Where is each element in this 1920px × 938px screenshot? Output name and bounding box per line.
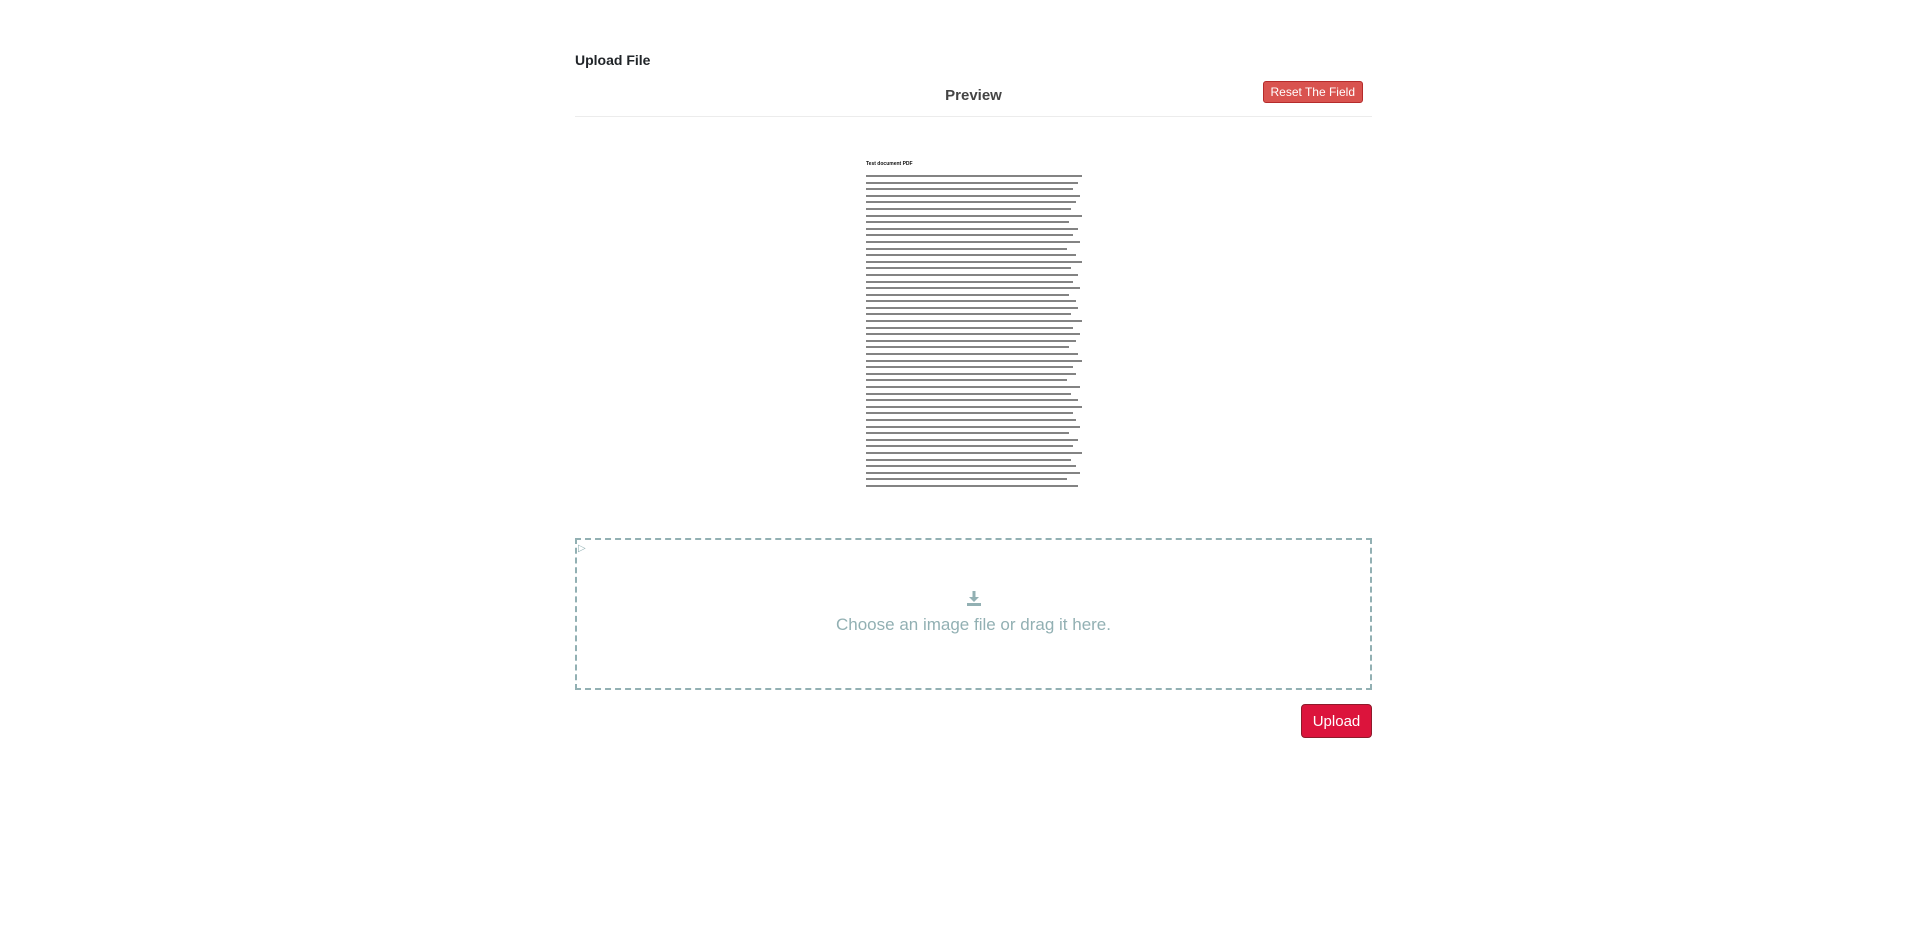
document-text-line — [866, 320, 1082, 323]
document-text-line — [866, 471, 1080, 474]
file-dropzone[interactable]: ▷ Choose an image file or drag it here. — [575, 538, 1372, 690]
document-text-line — [866, 240, 1080, 243]
document-text-line — [866, 353, 1078, 356]
preview-header: Preview Reset The Field — [575, 78, 1372, 117]
document-text-line — [866, 207, 1072, 210]
document-text-line — [866, 379, 1067, 382]
document-text-line — [866, 306, 1078, 309]
document-text-line — [866, 326, 1074, 329]
document-text-line — [866, 432, 1070, 435]
document-text-line — [866, 392, 1072, 395]
document-text-line — [866, 465, 1076, 468]
document-text-line — [866, 346, 1070, 349]
document-text-line — [866, 254, 1076, 257]
upload-button[interactable]: Upload — [1301, 704, 1372, 738]
document-text-line — [866, 287, 1080, 290]
document-text-line — [866, 221, 1070, 224]
document-text-line — [866, 194, 1080, 197]
document-text-line — [866, 175, 1082, 177]
preview-title: Preview — [945, 87, 1002, 104]
document-text-line — [866, 386, 1080, 388]
upload-form: Upload File Preview Reset The Field Test… — [575, 0, 1372, 938]
document-text-line — [866, 458, 1072, 461]
dropzone-content: Choose an image file or drag it here. — [577, 590, 1370, 635]
document-text-line — [866, 451, 1082, 454]
document-text-line — [866, 372, 1076, 375]
document-text-line — [866, 339, 1076, 342]
document-text-line — [866, 445, 1074, 448]
broken-image-icon: ▷ — [578, 543, 586, 554]
document-text-line — [866, 438, 1078, 441]
document-text-line — [866, 280, 1074, 283]
document-text-line — [866, 260, 1082, 263]
document-text-line — [866, 300, 1076, 303]
document-text-line — [866, 359, 1082, 362]
document-text-line — [866, 293, 1070, 296]
document-text-line — [866, 333, 1080, 336]
document-text-line — [866, 412, 1074, 415]
reset-field-button[interactable]: Reset The Field — [1262, 81, 1363, 103]
document-text-line — [866, 425, 1080, 428]
document-text-line — [866, 181, 1078, 184]
upload-file-heading: Upload File — [575, 52, 651, 68]
document-text-line — [866, 484, 1078, 487]
document-text-line — [866, 366, 1074, 369]
document-text-line — [866, 478, 1067, 481]
document-text-line — [866, 267, 1072, 270]
document-text-line — [866, 273, 1078, 276]
download-icon — [966, 590, 982, 607]
document-text-line — [866, 405, 1082, 408]
document-text-line — [866, 313, 1072, 316]
document-heading: Test document PDF — [866, 161, 913, 167]
document-text-line — [866, 247, 1067, 250]
document-text-line — [866, 201, 1076, 204]
document-text-line — [866, 234, 1074, 237]
document-text-line — [866, 227, 1078, 230]
dropzone-label: Choose an image file or drag it here. — [836, 615, 1111, 634]
document-text-line — [866, 214, 1082, 217]
document-text-line — [866, 188, 1074, 191]
document-preview: Test document PDF — [863, 157, 1085, 487]
document-body-text — [866, 175, 1082, 487]
document-text-line — [866, 399, 1078, 402]
document-text-line — [866, 418, 1076, 421]
